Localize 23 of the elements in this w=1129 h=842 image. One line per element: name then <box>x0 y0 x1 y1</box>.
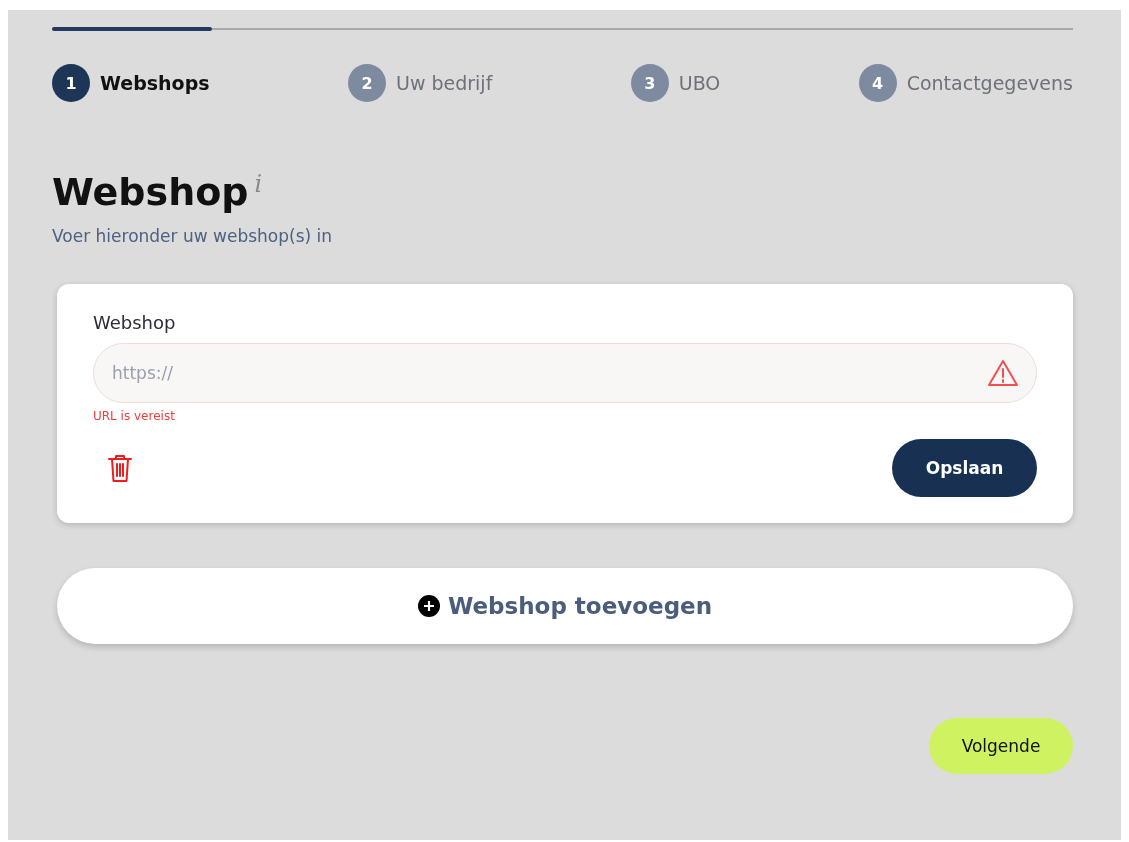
plus-circle-icon <box>417 595 440 617</box>
error-message: URL is vereist <box>93 409 176 423</box>
step-label: Uw bedrijf <box>395 72 493 94</box>
field-label: Webshop <box>93 312 177 333</box>
step-number: 3 <box>630 64 669 102</box>
step-label: UBO <box>678 72 721 94</box>
save-button[interactable]: Opslaan <box>892 439 1037 497</box>
step-label: Webshops <box>100 72 210 94</box>
step-number: 1 <box>52 64 90 102</box>
step-tab[interactable]: 3 UBO <box>630 64 721 102</box>
step-tab[interactable]: 1 Webshops <box>52 64 210 102</box>
step-tab[interactable]: 2 Uw bedrijf <box>347 64 493 102</box>
trash-icon[interactable] <box>107 453 133 483</box>
step-label: Contactgegevens <box>906 72 1073 94</box>
page-subtitle: Voer hieronder uw webshop(s) in <box>52 226 334 246</box>
step-number: 4 <box>858 64 897 102</box>
warning-icon <box>987 359 1019 387</box>
page-title: Webshop <box>52 170 249 214</box>
step-tab[interactable]: 4 Contactgegevens <box>858 64 1073 102</box>
url-input-field[interactable]: https:// <box>93 343 1037 403</box>
step-number: 2 <box>347 64 386 102</box>
next-button[interactable]: Volgende <box>929 718 1073 774</box>
add-webshop-button[interactable]: Webshop toevoegen <box>57 568 1073 644</box>
